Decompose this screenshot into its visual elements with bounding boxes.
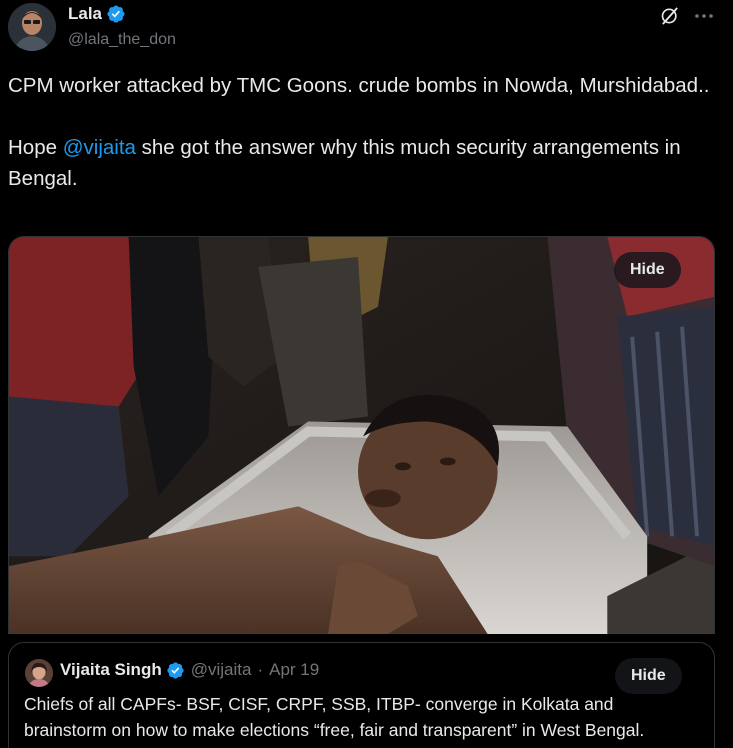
quoted-text: Chiefs of all CAPFs- BSF, CISF, CRPF, SS… xyxy=(24,694,645,740)
hide-quoted-button[interactable]: Hide xyxy=(615,658,682,694)
quoted-author-handle[interactable]: @vijaita xyxy=(191,660,252,680)
verified-badge-icon xyxy=(167,661,184,679)
quoted-separator: · xyxy=(257,660,264,679)
tweet-text-line2: Hope @vijaita she got the answer why thi… xyxy=(8,132,718,194)
more-icon[interactable] xyxy=(692,4,716,28)
author-avatar[interactable] xyxy=(8,3,56,51)
verified-badge-icon xyxy=(107,5,125,23)
tweet-text: CPM worker attacked by TMC Goons. crude … xyxy=(8,70,718,194)
tweet-text-line1: CPM worker attacked by TMC Goons. crude … xyxy=(8,74,710,97)
tweet[interactable]: Lala @lala_the_don CPM worker attacked b… xyxy=(0,0,733,748)
author-name-row[interactable]: Lala xyxy=(68,4,126,24)
author-handle[interactable]: @lala_the_don xyxy=(68,31,176,49)
mention-link[interactable]: @vijaita xyxy=(63,136,136,159)
media-photo xyxy=(9,237,714,634)
tweet-text-prefix: Hope xyxy=(8,136,63,159)
quoted-tweet[interactable]: Vijaita Singh @vijaita · Apr 19 Hide Chi… xyxy=(8,642,715,748)
quoted-author-name[interactable]: Vijaita Singh xyxy=(60,660,162,680)
quoted-author-avatar[interactable] xyxy=(25,659,53,687)
quoted-header: Vijaita Singh @vijaita · Apr 19 xyxy=(60,660,319,680)
media-image[interactable] xyxy=(8,236,715,634)
hide-media-button[interactable]: Hide xyxy=(614,252,681,288)
avatar-image xyxy=(8,3,56,51)
quoted-avatar-image xyxy=(25,659,53,687)
quoted-date[interactable]: Apr 19 xyxy=(269,660,319,680)
author-name[interactable]: Lala xyxy=(68,4,102,24)
grok-icon[interactable] xyxy=(660,6,680,26)
